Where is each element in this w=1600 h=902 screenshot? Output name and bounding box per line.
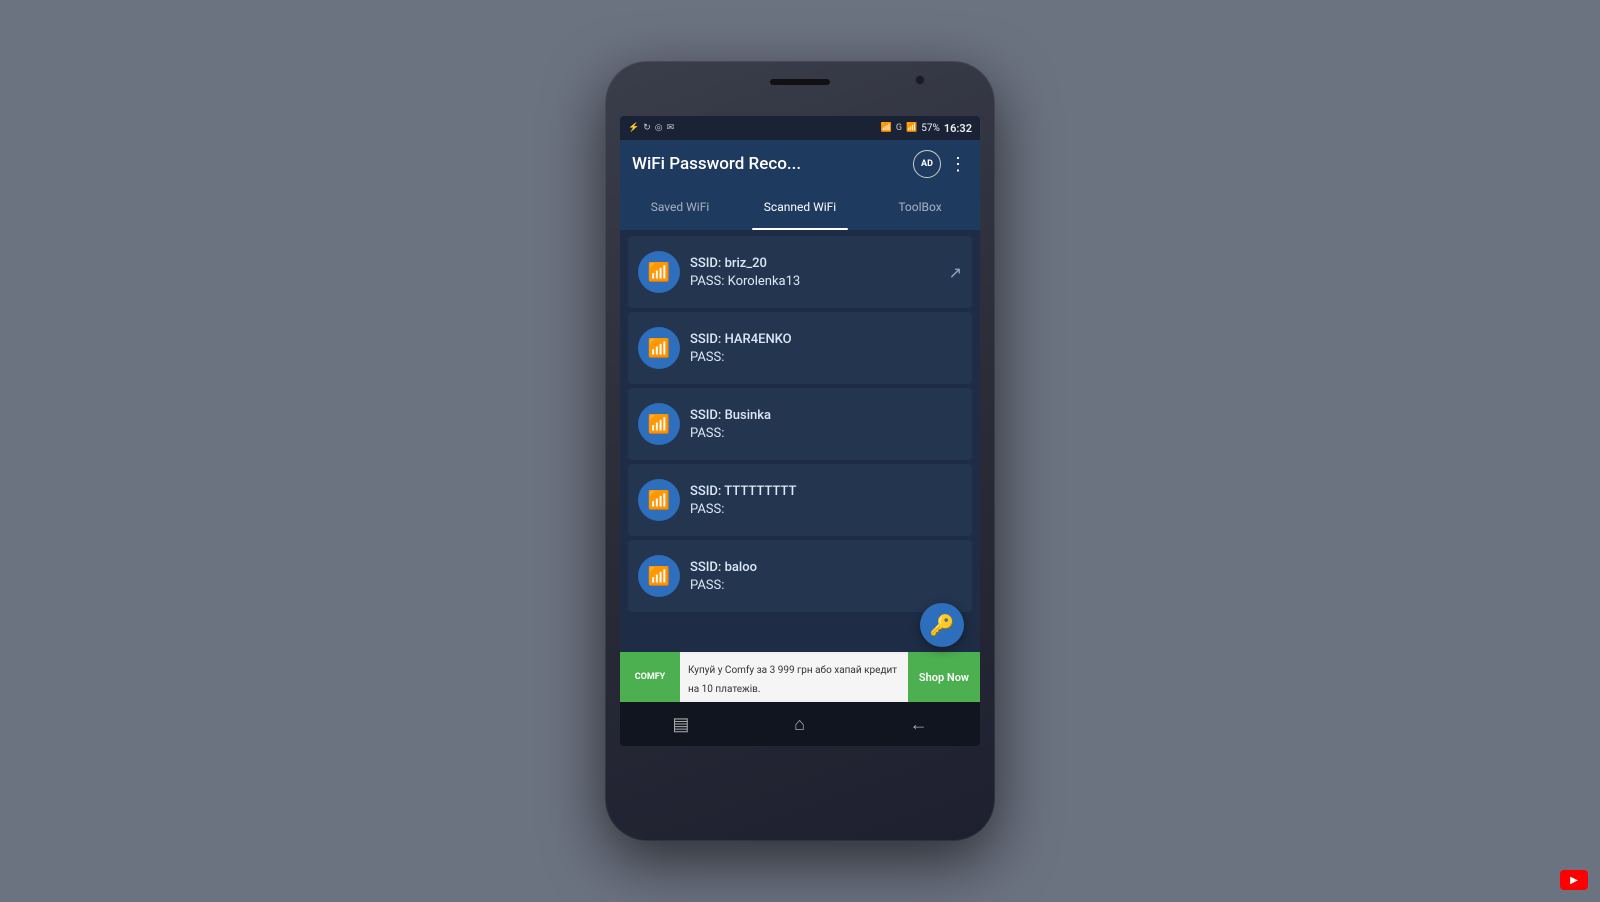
wifi-status-icon: 📶 [881,123,892,133]
app-bar: WiFi Password Reco... AD ⋮ [620,140,980,188]
wifi-info-4: SSID: baloo PASS: [690,560,962,593]
wifi-ssid-1: SSID: HAR4ENKO [690,332,962,347]
battery-text: 57% [921,123,940,134]
wifi-info-3: SSID: TTTTTTTTT PASS: [690,484,962,517]
more-menu-icon[interactable]: ⋮ [949,154,968,175]
youtube-watermark: ▶ [1560,870,1588,890]
tab-saved-wifi[interactable]: Saved WiFi [620,188,740,230]
time-text: 16:32 [944,122,972,135]
wifi-pass-2: PASS: [690,426,962,441]
email-icon: ✉ [667,123,675,133]
wifi-ssid-3: SSID: TTTTTTTTT [690,484,962,499]
phone-top [605,61,995,116]
wifi-item-0[interactable]: 📶 SSID: briz_20 PASS: Korolenka13 ↗ [628,236,972,308]
ad-banner[interactable]: COMFY Купуй у Comfy за 3 999 грн або хап… [620,652,980,702]
signal-icon: 📶 [906,123,917,133]
tab-toolbox[interactable]: ToolBox [860,188,980,230]
wifi-item-2[interactable]: 📶 SSID: Businka PASS: [628,388,972,460]
wifi-signal-icon-3: 📶 [648,490,670,511]
wifi-pass-0: PASS: Korolenka13 [690,274,939,289]
wifi-signal-icon-0: 📶 [648,262,670,283]
ad-shop-button[interactable]: Shop Now [908,652,980,702]
ad-text-area: Купуй у Comfy за 3 999 грн або хапай кре… [680,654,908,700]
wifi-icon-circle-3: 📶 [638,479,680,521]
wifi-icon-circle-2: 📶 [638,403,680,445]
g-icon: G [896,123,902,133]
share-icon-0[interactable]: ↗ [949,263,962,282]
wifi-signal-icon-2: 📶 [648,414,670,435]
wifi-signal-icon-1: 📶 [648,338,670,359]
usb-icon: ⚡ [628,123,639,133]
wifi-item-3[interactable]: 📶 SSID: TTTTTTTTT PASS: [628,464,972,536]
nav-home-icon[interactable]: ⌂ [794,714,805,735]
wifi-pass-3: PASS: [690,502,962,517]
wifi-icon-circle-0: 📶 [638,251,680,293]
status-bar: ⚡ ↻ ◎ ✉ 📶 G 📶 57% 16:32 [620,116,980,140]
wifi-list: 📶 SSID: briz_20 PASS: Korolenka13 ↗ 📶 SS… [620,230,980,652]
tab-scanned-wifi[interactable]: Scanned WiFi [740,188,860,230]
wifi-pass-1: PASS: [690,350,962,365]
status-right: 📶 G 📶 57% 16:32 [881,122,972,135]
status-left-icons: ⚡ ↻ ◎ ✉ [628,123,674,133]
app-title: WiFi Password Reco... [632,154,801,174]
wifi-pass-4: PASS: [690,578,962,593]
nav-recents-icon[interactable]: ▤ [672,714,689,735]
nav-back-icon[interactable]: ← [910,714,928,735]
wifi-item-1[interactable]: 📶 SSID: HAR4ENKO PASS: [628,312,972,384]
ad-logo-text: COMFY [635,672,666,682]
wifi-ssid-0: SSID: briz_20 [690,256,939,271]
wifi-ssid-4: SSID: baloo [690,560,962,575]
content-area: 📶 SSID: briz_20 PASS: Korolenka13 ↗ 📶 SS… [620,230,980,702]
wifi-info-2: SSID: Businka PASS: [690,408,962,441]
phone-screen: ⚡ ↻ ◎ ✉ 📶 G 📶 57% 16:32 WiFi Password Re… [620,116,980,746]
wifi-item-4[interactable]: 📶 SSID: baloo PASS: [628,540,972,612]
wifi-ssid-2: SSID: Businka [690,408,962,423]
nav-bar: ▤ ⌂ ← [620,702,980,746]
camera [915,75,925,85]
ad-badge[interactable]: AD [913,150,941,178]
circle-icon: ◎ [655,123,663,133]
wifi-info-1: SSID: HAR4ENKO PASS: [690,332,962,365]
speaker [770,79,830,85]
fab-button[interactable]: 🔑 [920,603,964,647]
phone-frame: ⚡ ↻ ◎ ✉ 📶 G 📶 57% 16:32 WiFi Password Re… [605,61,995,841]
wifi-signal-icon-4: 📶 [648,566,670,587]
wifi-info-0: SSID: briz_20 PASS: Korolenka13 [690,256,939,289]
ad-logo: COMFY [620,652,680,702]
sync-icon: ↻ [643,123,651,133]
key-icon: 🔑 [930,613,955,637]
wifi-icon-circle-1: 📶 [638,327,680,369]
youtube-play-icon: ▶ [1570,875,1578,886]
ad-text: Купуй у Comfy за 3 999 грн або хапай кре… [688,665,897,695]
ad-shop-button-label: Shop Now [919,671,969,684]
wifi-icon-circle-4: 📶 [638,555,680,597]
app-bar-icons: AD ⋮ [913,150,968,178]
tabs-bar: Saved WiFi Scanned WiFi ToolBox [620,188,980,230]
